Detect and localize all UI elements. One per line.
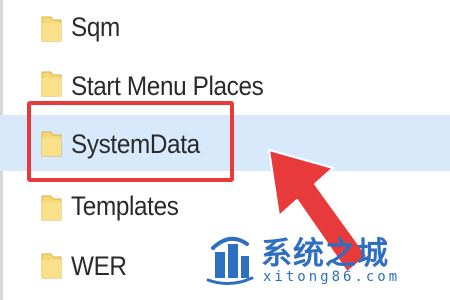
folder-label: Start Menu Places [71,71,264,101]
folder-icon [40,13,63,43]
folder-label: WER [71,251,127,281]
watermark-title: 系统之城 [261,236,389,272]
folder-label: Sqm [71,12,120,42]
folder-label: Templates [71,191,179,221]
folder-icon [40,68,63,98]
city-logo-icon [205,228,255,286]
watermark: 系统之城 xitong86.com [205,228,445,294]
folder-icon [40,250,63,280]
highlight-box [27,101,234,182]
folder-item-sqm[interactable]: Sqm [0,0,450,56]
folder-icon [40,192,63,222]
watermark-url: xitong86.com [263,269,401,285]
